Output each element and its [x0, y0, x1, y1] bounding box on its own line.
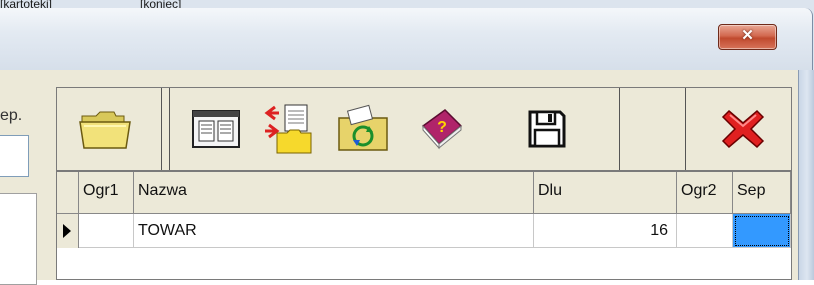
- grid-header-ogr2[interactable]: Ogr2: [677, 172, 733, 214]
- open-folder-button[interactable]: [59, 88, 151, 170]
- cell-sep-selected[interactable]: [733, 214, 791, 248]
- exit-x-icon: [721, 109, 765, 149]
- toolbar-separator: [685, 88, 686, 170]
- help-book-icon: ?: [421, 109, 463, 150]
- window-close-button[interactable]: [718, 24, 777, 50]
- left-list-box[interactable]: [0, 193, 37, 285]
- save-button[interactable]: [497, 88, 597, 170]
- toolbar-separator: [619, 88, 620, 170]
- cell-ogr1[interactable]: [79, 214, 134, 248]
- grid-header-ogr1[interactable]: Ogr1: [79, 172, 134, 214]
- refresh-folder-icon: [338, 104, 388, 151]
- cell-nazwa[interactable]: TOWAR: [134, 214, 534, 248]
- save-disk-icon: [528, 110, 566, 148]
- window-frame-right: [798, 70, 814, 280]
- toolbar-separator: [161, 88, 162, 170]
- toolbar: ?: [56, 87, 792, 171]
- transfer-button[interactable]: [253, 88, 323, 170]
- grid-header-indicator: [57, 172, 79, 214]
- data-grid[interactable]: Ogr1 Nazwa Dlu Ogr2 Sep TOWAR 16: [56, 171, 792, 280]
- left-input-field[interactable]: [0, 135, 29, 177]
- folder-icon: [79, 111, 131, 149]
- help-book-button[interactable]: ?: [403, 88, 479, 170]
- card-index-icon: [192, 110, 240, 148]
- grid-header-nazwa[interactable]: Nazwa: [134, 172, 534, 214]
- grid-header-sep[interactable]: Sep: [733, 172, 791, 214]
- svg-text:?: ?: [437, 119, 447, 136]
- row-indicator-arrow[interactable]: [57, 214, 79, 248]
- cell-dlu[interactable]: 16: [534, 214, 677, 248]
- cell-ogr2[interactable]: [677, 214, 733, 248]
- transfer-icon: [264, 104, 312, 154]
- exit-button[interactable]: [697, 88, 789, 170]
- grid-header-dlu[interactable]: Dlu: [534, 172, 677, 214]
- refresh-folder-button[interactable]: [327, 88, 399, 170]
- left-field-label: ep.: [0, 107, 23, 124]
- window-titlebar[interactable]: [0, 8, 813, 70]
- toolbar-separator: [169, 88, 170, 170]
- card-index-button[interactable]: [183, 88, 249, 170]
